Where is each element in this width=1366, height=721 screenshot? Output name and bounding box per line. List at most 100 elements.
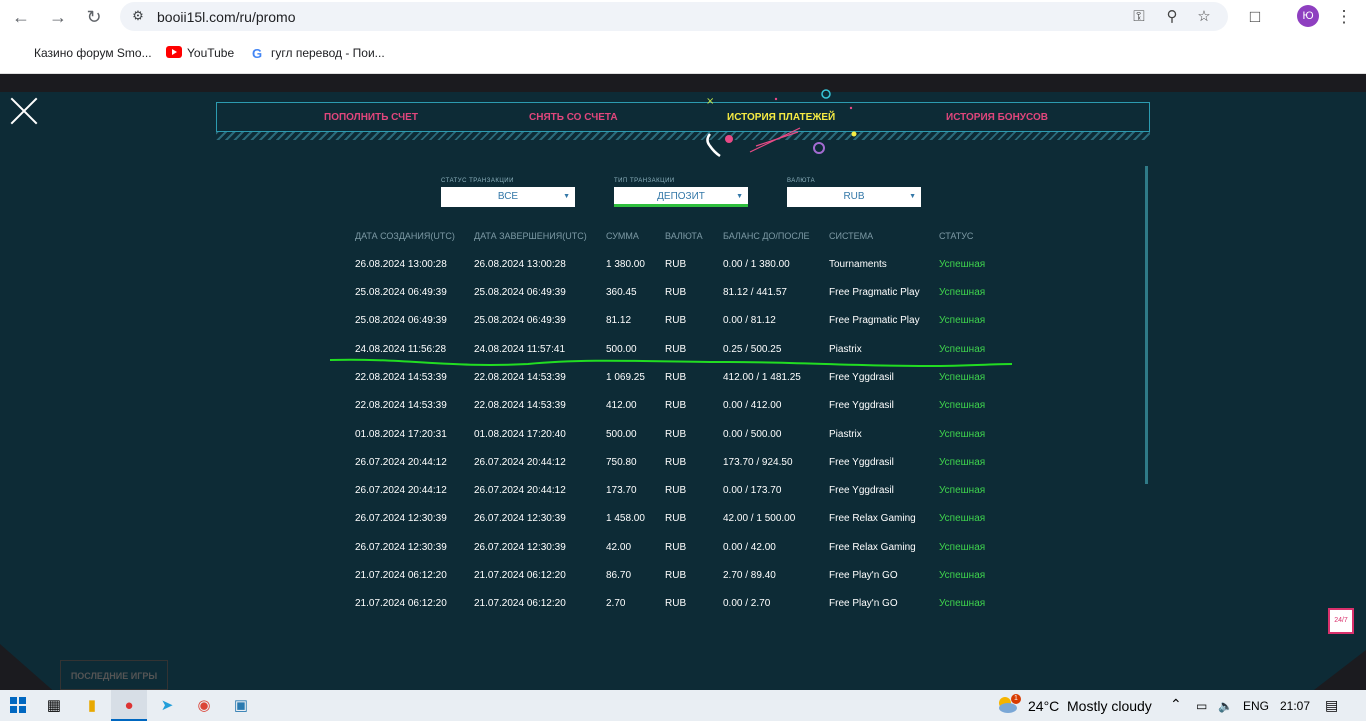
cell-balance: 0.00 / 412.00 [723,400,782,411]
cell-amount: 360.45 [606,287,637,298]
cell-status: Успешная [939,485,986,496]
url-text[interactable]: booii15l.com/ru/promo [157,9,296,25]
close-icon[interactable] [9,96,39,126]
cell-system: Free Relax Gaming [829,542,916,553]
clock[interactable]: 21:07 [1280,699,1310,713]
cell-completed: 26.07.2024 12:30:39 [474,513,566,524]
language-indicator[interactable]: ENG [1243,699,1269,713]
column-header-balance: БАЛАНС ДО/ПОСЛЕ [723,231,810,241]
cell-created: 22.08.2024 14:53:39 [355,400,447,411]
cell-balance: 0.00 / 2.70 [723,598,771,609]
cell-amount: 81.12 [606,315,632,326]
cell-status: Успешная [939,513,986,524]
column-header-system: СИСТЕМА [829,231,874,241]
cell-created: 01.08.2024 17:20:31 [355,429,447,440]
cell-balance: 0.00 / 81.12 [723,315,776,326]
cell-amount: 412.00 [606,400,637,411]
file-explorer-icon[interactable]: ▮ [74,690,110,721]
annotation-underline [329,358,1013,368]
cell-currency: RUB [665,598,687,609]
cell-completed: 25.08.2024 06:49:39 [474,287,566,298]
cell-status: Успешная [939,287,986,298]
cell-currency: RUB [665,542,687,553]
column-header-amount: СУММА [606,231,639,241]
cell-created: 26.07.2024 20:44:12 [355,457,447,468]
cell-currency: RUB [665,400,687,411]
zoom-icon[interactable]: ⚲ [1163,8,1181,26]
cell-amount: 1 069.25 [606,372,645,383]
column-header-created: ДАТА СОЗДАНИЯ(UTC) [355,231,455,241]
cell-amount: 1 380.00 [606,259,645,270]
currency-filter-value: RUB [843,191,865,202]
tab-withdraw[interactable]: СНЯТЬ СО СЧЕТА [529,112,618,123]
cell-status: Успешная [939,542,986,553]
cell-completed: 26.07.2024 12:30:39 [474,542,566,553]
chrome-icon[interactable]: ◉ [186,690,222,721]
google-icon: G [252,46,263,61]
type-filter-select[interactable]: ДЕПОЗИТ ▼ [614,187,748,207]
cell-currency: RUB [665,315,687,326]
bookmark-google-translate[interactable]: Gгугл перевод - Пои... [252,46,385,62]
bookmark-label: YouTube [187,46,235,60]
cell-system: Free Play'n GO [829,598,898,609]
support-chat-button[interactable]: 24/7 [1328,608,1354,634]
cell-balance: 42.00 / 1 500.00 [723,513,796,524]
cell-status: Успешная [939,400,986,411]
table-scrollbar[interactable] [1145,166,1148,484]
notifications-icon[interactable]: ▤ [1325,697,1338,714]
cell-status: Успешная [939,598,986,609]
currency-filter-select[interactable]: RUB ▼ [787,187,921,207]
tab-deposit[interactable]: ПОПОЛНИТЬ СЧЕТ [324,112,418,123]
status-filter-label: СТАТУС ТРАНЗАКЦИИ [441,178,514,184]
task-view-icon[interactable]: ▦ [36,690,72,721]
cell-amount: 2.70 [606,598,626,609]
tabs-underline-pattern [216,132,1150,140]
cell-completed: 26.07.2024 20:44:12 [474,457,566,468]
column-header-currency: ВАЛЮТА [665,231,703,241]
cell-created: 25.08.2024 06:49:39 [355,287,447,298]
bookmark-casino-forum[interactable]: Казино форум Smo... [34,46,152,60]
cell-completed: 21.07.2024 06:12:20 [474,598,566,609]
telegram-icon[interactable]: ➤ [149,690,185,721]
cell-completed: 22.08.2024 14:53:39 [474,372,566,383]
key-icon[interactable]: ⚿ [1130,8,1148,26]
bookmark-star-icon[interactable]: ☆ [1195,8,1213,26]
extensions-icon[interactable]: □ [1243,5,1267,29]
temperature[interactable]: 24°C [1028,698,1059,714]
reload-icon[interactable]: ↻ [82,5,106,29]
taskbar-app-icon[interactable]: ▣ [223,690,259,721]
volume-icon[interactable]: 🔈 [1218,699,1233,713]
bookmark-youtube[interactable]: YouTube [166,46,234,60]
column-header-completed: ДАТА ЗАВЕРШЕНИЯ(UTC) [474,231,587,241]
network-icon[interactable]: ▭ [1196,699,1207,713]
bookmarks-bar: Казино форум Smo... YouTube Gгугл перево… [0,34,1366,74]
cell-system: Free Relax Gaming [829,513,916,524]
status-filter-select[interactable]: ВСЕ ▼ [441,187,575,207]
cell-currency: RUB [665,485,687,496]
cell-amount: 1 458.00 [606,513,645,524]
cell-balance: 0.00 / 1 380.00 [723,259,790,270]
cell-system: Free Yggdrasil [829,485,894,496]
cell-system: Tournaments [829,259,887,270]
cell-completed: 01.08.2024 17:20:40 [474,429,566,440]
cell-status: Успешная [939,570,986,581]
windows-start-icon[interactable] [0,690,36,721]
cell-completed: 25.08.2024 06:49:39 [474,315,566,326]
chevron-up-icon[interactable]: ⌃ [1170,696,1182,713]
cell-currency: RUB [665,429,687,440]
profile-avatar[interactable]: Ю [1297,5,1319,27]
cell-system: Piastrix [829,429,862,440]
back-arrow-icon[interactable]: ← [9,5,33,29]
weather-description[interactable]: Mostly cloudy [1067,698,1152,714]
site-settings-icon[interactable]: ⚙ [130,8,146,24]
taskbar-app-active-icon[interactable]: ● [111,690,147,721]
latest-games-section[interactable]: ПОСЛЕДНИЕ ИГРЫ [60,660,168,690]
windows-taskbar: ▦ ▮ ● ➤ ◉ ▣ 24°C Mostly cloudy ⌃ ▭ 🔈 ENG… [0,690,1366,721]
cell-system: Free Yggdrasil [829,457,894,468]
address-bar[interactable]: ⚙ booii15l.com/ru/promo ⚿ ⚲ ☆ [120,2,1228,31]
cell-completed: 21.07.2024 06:12:20 [474,570,566,581]
currency-filter-label: ВАЛЮТА [787,178,816,184]
tab-bonus-history[interactable]: ИСТОРИЯ БОНУСОВ [946,112,1048,123]
menu-kebab-icon[interactable]: ⋮ [1332,5,1356,29]
forward-arrow-icon[interactable]: → [46,5,70,29]
